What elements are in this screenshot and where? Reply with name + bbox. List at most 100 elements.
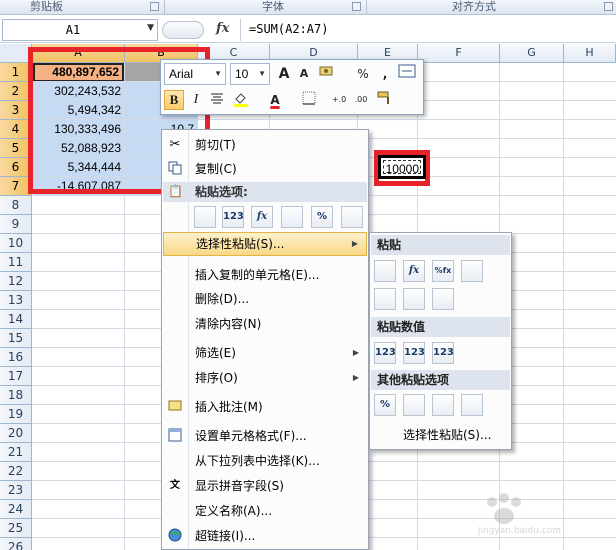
column-header-f[interactable]: F	[418, 44, 500, 63]
watermark-logo: jingyan.baidu.com	[478, 492, 610, 542]
percent-style-icon[interactable]: %	[353, 64, 373, 84]
row-header-12[interactable]: 12	[0, 272, 32, 291]
row-header-17[interactable]: 17	[0, 367, 32, 386]
menu-item-label: 复制(C)	[195, 162, 237, 176]
paste-option-values-icon[interactable]: 123	[222, 206, 244, 228]
shrink-font-icon[interactable]: A	[294, 64, 314, 84]
paste-transpose-icon[interactable]	[432, 288, 454, 310]
row-header-13[interactable]: 13	[0, 291, 32, 310]
paste-all-icon[interactable]	[374, 260, 396, 282]
menu-item-label: 清除内容(N)	[195, 317, 262, 331]
accounting-format-icon[interactable]	[317, 64, 337, 84]
borders-icon[interactable]	[299, 90, 319, 110]
row-header-14[interactable]: 14	[0, 310, 32, 329]
row-header-24[interactable]: 24	[0, 500, 32, 519]
menu-item-cut[interactable]: ✂ 剪切(T)	[163, 133, 367, 157]
decrease-decimal-icon[interactable]: .00	[351, 90, 371, 110]
paste-formulas-icon[interactable]: fx	[403, 260, 425, 282]
column-header-h[interactable]: H	[564, 44, 616, 63]
font-size-box[interactable]: 10 ▼	[230, 63, 270, 85]
paste-options-header: 粘贴选项:	[163, 182, 367, 202]
row-header-23[interactable]: 23	[0, 481, 32, 500]
paste-option-formatting-icon[interactable]: %	[311, 206, 333, 228]
row-header-18[interactable]: 18	[0, 386, 32, 405]
merge-cells-icon[interactable]	[397, 64, 417, 84]
paste-option-transpose-icon[interactable]	[281, 206, 303, 228]
submenu-item-paste-special[interactable]: 选择性粘贴(S)...	[371, 423, 510, 447]
menu-item-phonetic[interactable]: 文 显示拼音字段(S)	[163, 474, 367, 498]
comma-style-icon[interactable]: ,	[375, 64, 395, 84]
paste-keep-source-formatting-icon[interactable]	[461, 260, 483, 282]
menu-item-insert-comment[interactable]: 插入批注(M)	[163, 395, 367, 419]
menu-item-format-cells[interactable]: 设置单元格格式(F)...	[163, 424, 367, 448]
copy-icon	[167, 161, 183, 177]
row-header-22[interactable]: 22	[0, 462, 32, 481]
menu-item-define-name[interactable]: 定义名称(A)...	[163, 499, 367, 523]
scissors-icon: ✂	[169, 137, 181, 152]
paste-formulas-number-format-icon[interactable]: %fx	[432, 260, 454, 282]
dialog-launcher-icon[interactable]	[150, 2, 159, 11]
align-center-icon[interactable]	[207, 90, 227, 110]
menu-item-filter[interactable]: 筛选(E) ▶	[163, 341, 367, 365]
font-color-icon[interactable]: A	[265, 90, 285, 110]
cell-e6-copied[interactable]: 10000	[378, 155, 426, 179]
font-name-box[interactable]: Arial ▼	[164, 63, 226, 85]
grow-font-icon[interactable]: A	[274, 64, 294, 84]
dialog-launcher-icon[interactable]	[352, 2, 361, 11]
row-header-19[interactable]: 19	[0, 405, 32, 424]
increase-decimal-icon[interactable]: +.0	[329, 90, 349, 110]
row-header-25[interactable]: 25	[0, 519, 32, 538]
row-header-20[interactable]: 20	[0, 424, 32, 443]
formula-bar-resize-handle[interactable]	[162, 21, 204, 39]
submenu-other-header: 其他粘贴选项	[371, 370, 510, 390]
mini-toolbar: Arial ▼ 10 ▼ A A % , B I A +.0 .00	[160, 59, 424, 115]
chevron-down-icon[interactable]: ▼	[214, 64, 222, 84]
paste-link-icon[interactable]	[403, 394, 425, 416]
paste-values-source-format-icon[interactable]: 123	[432, 342, 454, 364]
menu-item-delete[interactable]: 删除(D)...	[163, 287, 367, 311]
chevron-down-icon[interactable]: ▼	[147, 23, 154, 33]
paste-linked-picture-icon[interactable]	[461, 394, 483, 416]
row-header-11[interactable]: 11	[0, 253, 32, 272]
menu-item-pick-from-list[interactable]: 从下拉列表中选择(K)...	[163, 449, 367, 473]
row-header-21[interactable]: 21	[0, 443, 32, 462]
paste-option-formulas-icon[interactable]: fx	[251, 206, 273, 228]
paste-icon: 📋	[168, 184, 183, 198]
paste-values-number-format-icon[interactable]: 123	[403, 342, 425, 364]
menu-item-hyperlink[interactable]: 超链接(I)...	[163, 524, 367, 548]
fill-color-icon[interactable]	[231, 90, 251, 110]
bold-button[interactable]: B	[164, 90, 184, 110]
menu-item-label: 剪切(T)	[195, 138, 236, 152]
paste-formatting-icon[interactable]: %	[374, 394, 396, 416]
ribbon-separator	[366, 0, 367, 15]
baidu-paw-icon	[487, 493, 521, 524]
column-header-g[interactable]: G	[500, 44, 564, 63]
row-header-15[interactable]: 15	[0, 329, 32, 348]
paste-values-icon[interactable]: 123	[374, 342, 396, 364]
chevron-right-icon: ▶	[351, 239, 358, 248]
menu-item-label: 超链接(I)...	[195, 529, 256, 543]
row-header-10[interactable]: 10	[0, 234, 32, 253]
paste-option-paste-icon[interactable]	[194, 206, 216, 228]
paste-no-borders-icon[interactable]	[374, 288, 396, 310]
paste-picture-icon[interactable]	[432, 394, 454, 416]
menu-item-insert-copied-cells[interactable]: 插入复制的单元格(E)...	[163, 263, 367, 287]
formula-input[interactable]: =SUM(A2:A7)	[240, 19, 616, 41]
dialog-launcher-icon[interactable]	[604, 2, 613, 11]
row-header-26[interactable]: 26	[0, 538, 32, 550]
paste-keep-column-widths-icon[interactable]	[403, 288, 425, 310]
menu-item-copy[interactable]: 复制(C)	[163, 157, 367, 181]
italic-button[interactable]: I	[186, 90, 206, 110]
menu-item-clear-contents[interactable]: 清除内容(N)	[163, 312, 367, 336]
row-header-8[interactable]: 8	[0, 196, 32, 215]
insert-function-icon[interactable]: fx	[216, 21, 229, 36]
name-box[interactable]: A1 ▼	[2, 19, 158, 41]
chevron-down-icon[interactable]: ▼	[258, 64, 266, 84]
menu-item-sort[interactable]: 排序(O) ▶	[163, 366, 367, 390]
row-header-16[interactable]: 16	[0, 348, 32, 367]
menu-item-label: 设置单元格格式(F)...	[195, 429, 307, 443]
paste-option-link-icon[interactable]	[341, 206, 363, 228]
menu-item-paste-special[interactable]: 选择性粘贴(S)... ▶	[163, 232, 367, 256]
format-painter-icon[interactable]	[375, 90, 395, 110]
row-header-9[interactable]: 9	[0, 215, 32, 234]
